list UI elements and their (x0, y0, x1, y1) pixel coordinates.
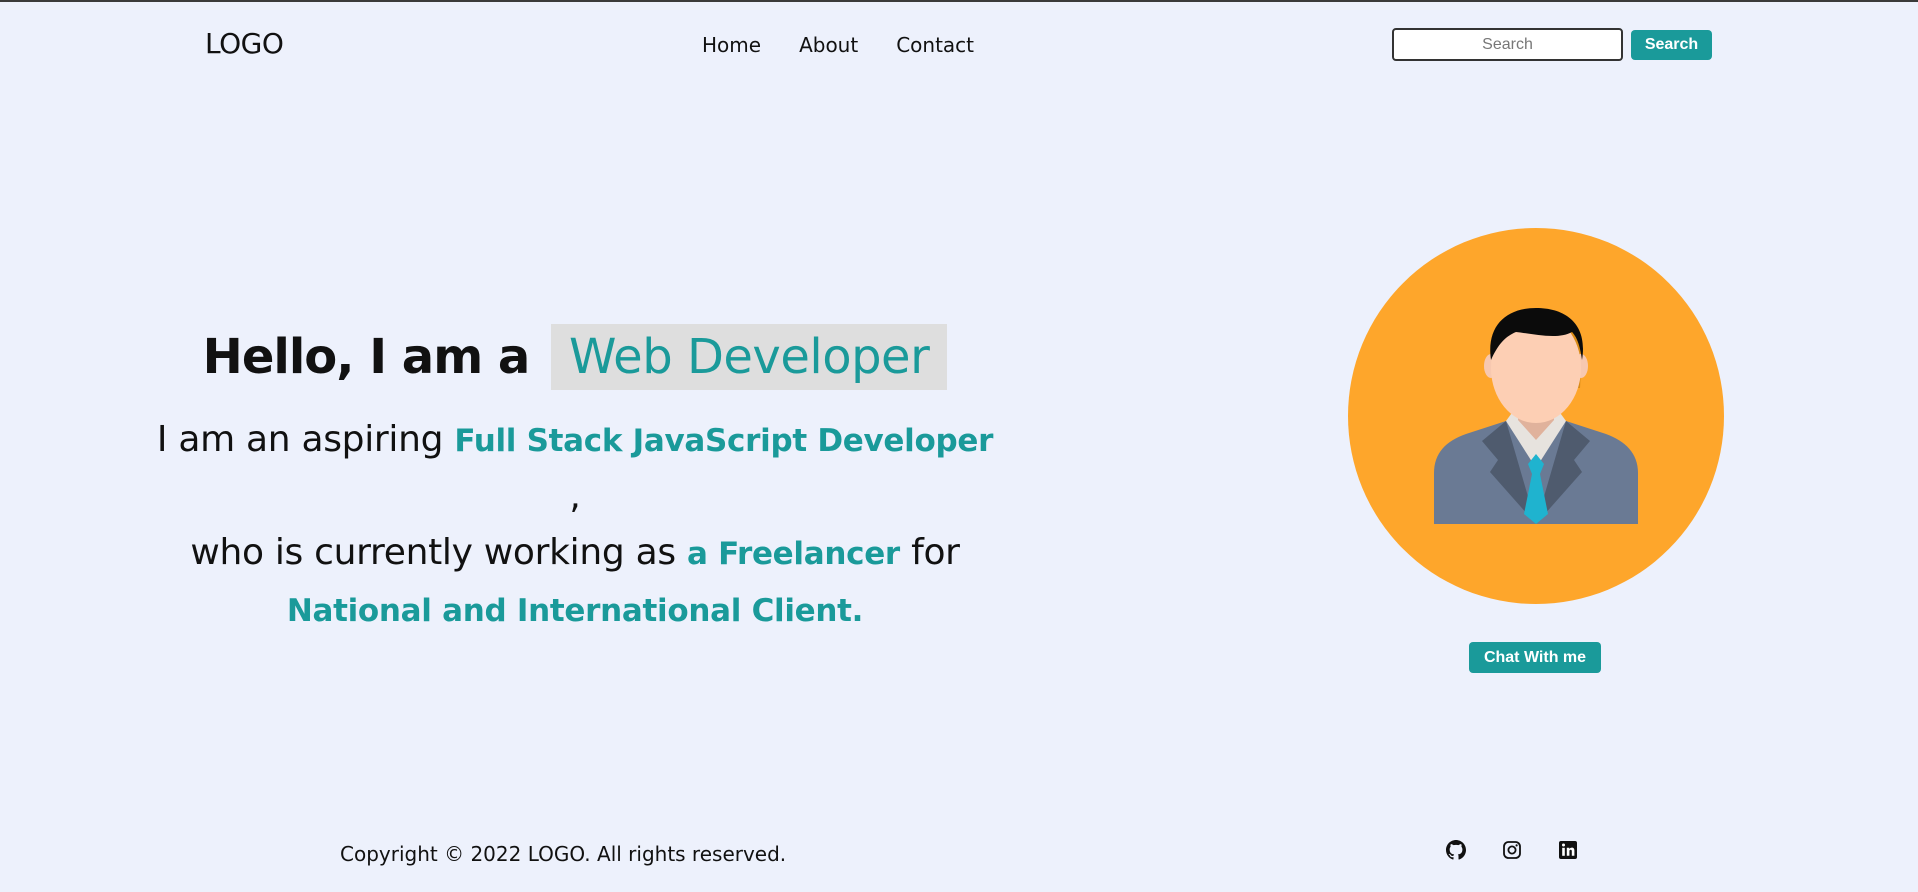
tagline-highlight: National and International Client. (286, 593, 864, 629)
tagline-text: who is currently working as (190, 532, 676, 573)
copyright-text: Copyright © 2022 LOGO. All rights reserv… (340, 842, 787, 866)
role-highlight: Web Developer (551, 324, 948, 390)
hero-tagline: I am an aspiring Full Stack JavaScript D… (150, 412, 1000, 639)
profile-avatar (1348, 228, 1724, 604)
nav-home[interactable]: Home (702, 33, 761, 57)
businessman-avatar-icon (1434, 308, 1638, 524)
social-links (1446, 840, 1578, 860)
nav-contact[interactable]: Contact (896, 33, 974, 57)
github-icon[interactable] (1446, 840, 1466, 860)
greeting-text: Hello, I am a (202, 329, 531, 385)
main-nav: Home About Contact (702, 33, 974, 57)
search-button[interactable]: Search (1631, 30, 1712, 60)
linkedin-icon[interactable] (1558, 840, 1578, 860)
tagline-text: for (911, 532, 960, 573)
tagline-text: , (569, 476, 581, 517)
search-input[interactable] (1392, 28, 1623, 61)
logo[interactable]: LOGO (205, 27, 284, 60)
instagram-icon[interactable] (1502, 840, 1522, 860)
hero-section: Hello, I am a Web Developer I am an aspi… (150, 324, 1000, 639)
tagline-highlight: a Freelancer (686, 536, 900, 572)
nav-about[interactable]: About (799, 33, 858, 57)
chat-with-me-button[interactable]: Chat With me (1469, 642, 1601, 673)
hero-headline: Hello, I am a Web Developer (150, 324, 1000, 390)
tagline-text: I am an aspiring (156, 419, 444, 460)
tagline-highlight: Full Stack JavaScript Developer (454, 423, 994, 459)
